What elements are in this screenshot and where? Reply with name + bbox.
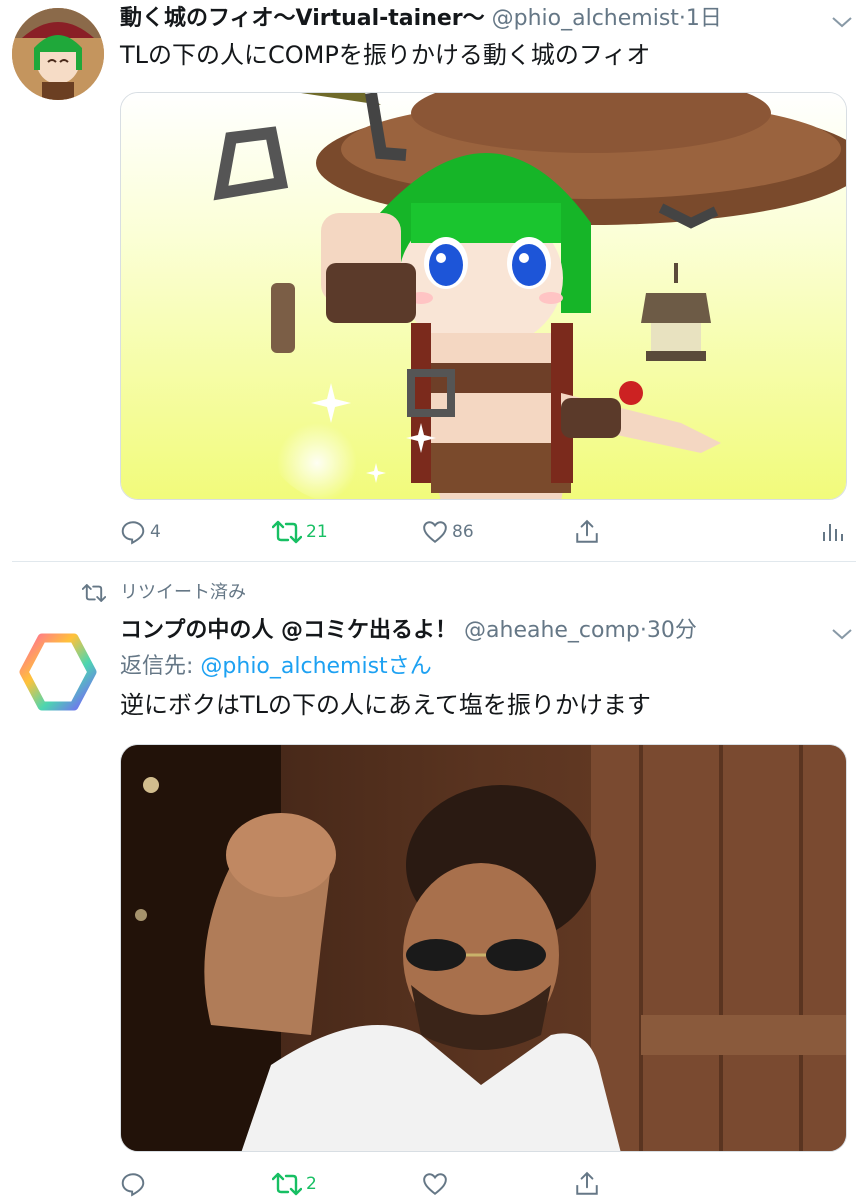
display-name[interactable]: 動く城のフィオ〜Virtual-tainer〜: [120, 6, 485, 31]
retweet-count: 21: [306, 522, 328, 542]
tweet-1-text: TLの下の人にCOMPを振りかける動く城のフィオ: [120, 41, 651, 69]
analytics-icon: [823, 524, 843, 541]
share-button[interactable]: [574, 512, 600, 552]
like-button[interactable]: [422, 1164, 448, 1200]
reply-mention-link[interactable]: @phio_alchemist: [200, 654, 387, 679]
character-render-image: [121, 93, 846, 499]
heart-icon: [423, 521, 447, 543]
tweet-1-actions: 4 21 86: [120, 512, 847, 552]
chevron-down-icon[interactable]: [830, 626, 854, 642]
analytics-button[interactable]: [820, 512, 844, 552]
tweet-1-image[interactable]: [120, 92, 847, 500]
share-icon: [576, 1171, 598, 1195]
reply-count: 4: [150, 522, 161, 542]
separator-dot: ·: [639, 618, 647, 643]
tweet-2-actions: 2: [120, 1164, 847, 1200]
reply-icon: [121, 1173, 145, 1197]
display-name[interactable]: コンプの中の人 @コミケ出るよ！: [120, 618, 457, 643]
reply-suffix: さん: [387, 654, 432, 679]
timestamp[interactable]: 1日: [686, 6, 722, 31]
like-button[interactable]: 86: [422, 512, 474, 552]
handle[interactable]: @phio_alchemist: [492, 6, 679, 31]
reply-button[interactable]: 4: [120, 512, 161, 552]
tweet-1-header: 動く城のフィオ〜Virtual-tainer〜 @phio_alchemist·…: [120, 4, 722, 34]
tweet-1[interactable]: 動く城のフィオ〜Virtual-tainer〜 @phio_alchemist·…: [0, 0, 868, 561]
retweet-icon: [272, 520, 302, 544]
saltbae-photo-image: [121, 745, 846, 1151]
tweet-divider: [12, 561, 856, 562]
reply-icon: [121, 521, 145, 545]
handle[interactable]: @aheahe_comp: [464, 618, 640, 643]
chevron-down-icon[interactable]: [830, 14, 854, 30]
heart-icon: [423, 1173, 447, 1195]
retweet-count: 2: [306, 1174, 317, 1194]
avatar-phio-image: [12, 8, 104, 100]
tweet-2[interactable]: コンプの中の人 @コミケ出るよ！ @aheahe_comp·30分 返信先: @…: [0, 600, 868, 1200]
reply-context: 返信先: @phio_alchemistさん: [120, 652, 432, 682]
retweet-button[interactable]: 21: [272, 512, 328, 552]
tweet-2-image[interactable]: [120, 744, 847, 1152]
hexagon-logo-icon: [19, 633, 97, 711]
retweet-icon: [272, 1172, 302, 1196]
tweet-2-text: 逆にボクはTLの下の人にあえて塩を振りかけます: [120, 691, 651, 719]
tweet-2-header: コンプの中の人 @コミケ出るよ！ @aheahe_comp·30分: [120, 616, 697, 646]
timestamp[interactable]: 30分: [647, 618, 697, 643]
avatar-phio[interactable]: [12, 8, 104, 100]
retweet-button[interactable]: 2: [272, 1164, 317, 1200]
avatar-comp[interactable]: [14, 628, 102, 716]
reply-button[interactable]: [120, 1164, 146, 1200]
share-icon: [576, 519, 598, 543]
like-count: 86: [452, 522, 474, 542]
separator-dot: ·: [678, 6, 686, 31]
share-button[interactable]: [574, 1164, 600, 1200]
reply-prefix: 返信先:: [120, 654, 201, 679]
